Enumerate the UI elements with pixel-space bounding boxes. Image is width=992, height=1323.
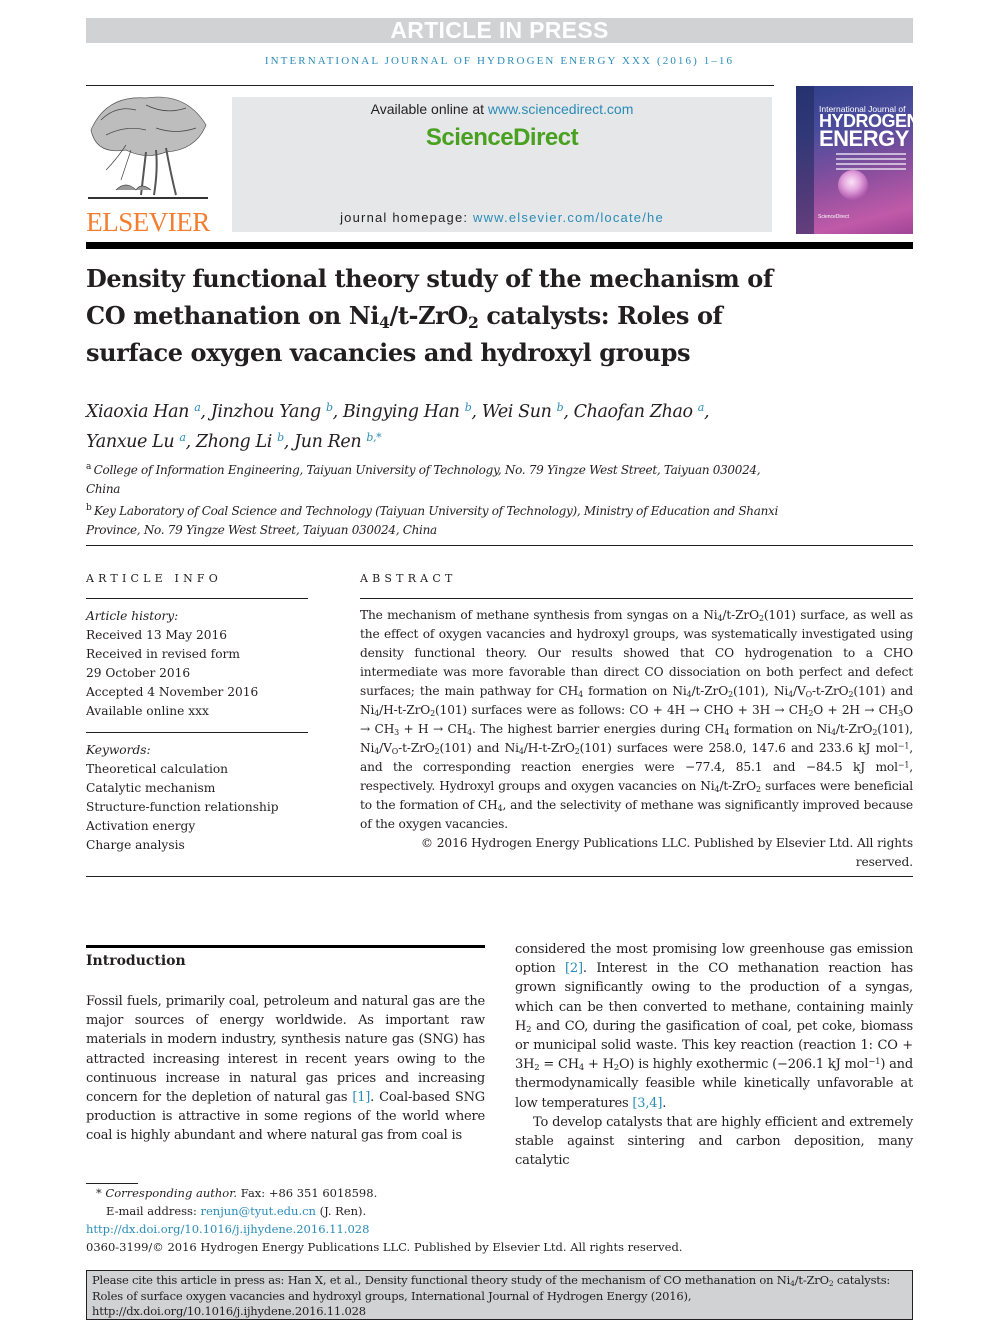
author-name[interactable]: Zhong Li (196, 432, 277, 452)
introduction-heading: Introduction (86, 953, 186, 969)
affiliations: a College of Information Engineering, Ta… (86, 458, 786, 540)
journal-homepage-text: journal homepage: www.elsevier.com/locat… (232, 210, 772, 225)
journal-cover-image[interactable]: International Journal of HYDROGEN ENERGY… (796, 86, 913, 234)
reference-link[interactable]: [3,4] (632, 1096, 662, 1111)
affiliation-marker[interactable]: b (326, 401, 333, 414)
article-info-heading: ARTICLE INFO (86, 572, 222, 585)
keyword-item: Charge analysis (86, 838, 185, 852)
affiliation-marker[interactable]: b (465, 401, 472, 414)
keywords: Keywords: Theoretical calculation Catalyt… (86, 741, 326, 855)
divider (86, 732, 308, 733)
history-item: Accepted 4 November 2016 (86, 685, 259, 699)
header-divider (86, 242, 913, 249)
reference-link[interactable]: [1] (352, 1090, 370, 1105)
cover-spine (796, 86, 814, 234)
citation-box: Please cite this article in press as: Ha… (86, 1270, 913, 1320)
keyword-item: Activation energy (86, 819, 196, 833)
section-divider (86, 945, 485, 948)
sciencedirect-link[interactable]: www.sciencedirect.com (488, 101, 634, 117)
author-name[interactable]: Jun Ren (294, 432, 366, 452)
sciencedirect-logo[interactable]: ScienceDirect (232, 124, 772, 152)
history-label: Article history: (86, 609, 179, 623)
running-head: INTERNATIONAL JOURNAL OF HYDROGEN ENERGY… (264, 55, 735, 67)
cover-orb-graphic (838, 170, 868, 200)
cover-footer: ScienceDirect (818, 214, 849, 220)
divider (86, 85, 774, 86)
article-history: Article history: Received 13 May 2016 Rec… (86, 607, 326, 721)
history-item: Received 13 May 2016 (86, 628, 228, 642)
journal-homepage-label: journal homepage: (340, 210, 473, 225)
article-title: Density functional theory study of the m… (86, 264, 773, 367)
cover-title-line3: ENERGY (819, 126, 909, 151)
abstract-heading: ABSTRACT (360, 572, 457, 585)
history-item: Available online xxx (86, 704, 209, 718)
author-name[interactable]: Yanxue Lu (86, 432, 179, 452)
footnotes: * Corresponding author. Fax: +86 351 601… (86, 1184, 786, 1256)
corresponding-author-note: * Corresponding author. Fax: +86 351 601… (96, 1186, 378, 1200)
available-online-text: Available online at www.sciencedirect.co… (232, 101, 772, 117)
author-name[interactable]: Chaofan Zhao (574, 402, 698, 422)
history-item: Received in revised form (86, 647, 240, 661)
abstract-text: The mechanism of methane synthesis from … (360, 608, 914, 831)
affiliation: b Key Laboratory of Coal Science and Tec… (86, 503, 779, 537)
cover-editor-lines (836, 153, 906, 173)
abstract-copyright: © 2016 Hydrogen Energy Publications LLC.… (420, 836, 913, 869)
keyword-item: Theoretical calculation (86, 762, 229, 776)
divider (360, 598, 913, 599)
affiliation-marker[interactable]: b (557, 401, 564, 414)
sciencedirect-banner: Available online at www.sciencedirect.co… (232, 97, 772, 232)
elsevier-logo[interactable]: ELSEVIER (86, 90, 210, 238)
affiliation-marker[interactable]: a (194, 401, 201, 414)
affiliation-marker[interactable]: a (698, 401, 705, 414)
affiliation: a College of Information Engineering, Ta… (86, 462, 761, 496)
journal-homepage-link[interactable]: www.elsevier.com/locate/he (473, 210, 664, 225)
history-item: 29 October 2016 (86, 666, 191, 680)
doi-link[interactable]: http://dx.doi.org/10.1016/j.ijhydene.201… (86, 1222, 369, 1236)
affiliation-marker[interactable]: b (277, 431, 284, 444)
issn-line: 0360-3199/© 2016 Hydrogen Energy Publica… (86, 1240, 683, 1254)
divider (86, 598, 308, 599)
divider (86, 876, 913, 877)
introduction-text-right: considered the most promising low greenh… (515, 942, 913, 1169)
affiliation-marker[interactable]: b,* (366, 431, 381, 444)
elsevier-wordmark: ELSEVIER (86, 207, 210, 237)
keyword-item: Catalytic mechanism (86, 781, 216, 795)
keywords-label: Keywords: (86, 743, 151, 757)
reference-link[interactable]: [2] (565, 961, 583, 976)
author-name[interactable]: Wei Sun (482, 402, 557, 422)
email-note: E-mail address: renjun@tyut.edu.cn (J. R… (106, 1204, 367, 1218)
divider (86, 545, 913, 546)
author-name[interactable]: Xiaoxia Han (86, 402, 194, 422)
email-link[interactable]: renjun@tyut.edu.cn (200, 1204, 315, 1218)
introduction-text-left: Fossil fuels, primarily coal, petroleum … (86, 994, 485, 1144)
affiliation-marker[interactable]: a (179, 431, 186, 444)
author-name[interactable]: Jinzhou Yang (211, 402, 326, 422)
article-in-press-banner: ARTICLE IN PRESS (86, 18, 913, 43)
author-name[interactable]: Bingying Han (343, 402, 465, 422)
keyword-item: Structure-function relationship (86, 800, 279, 814)
available-online-label: Available online at (370, 101, 488, 117)
elsevier-tree-icon (88, 96, 208, 199)
author-list: Xiaoxia Han a, Jinzhou Yang b, Bingying … (86, 401, 710, 452)
